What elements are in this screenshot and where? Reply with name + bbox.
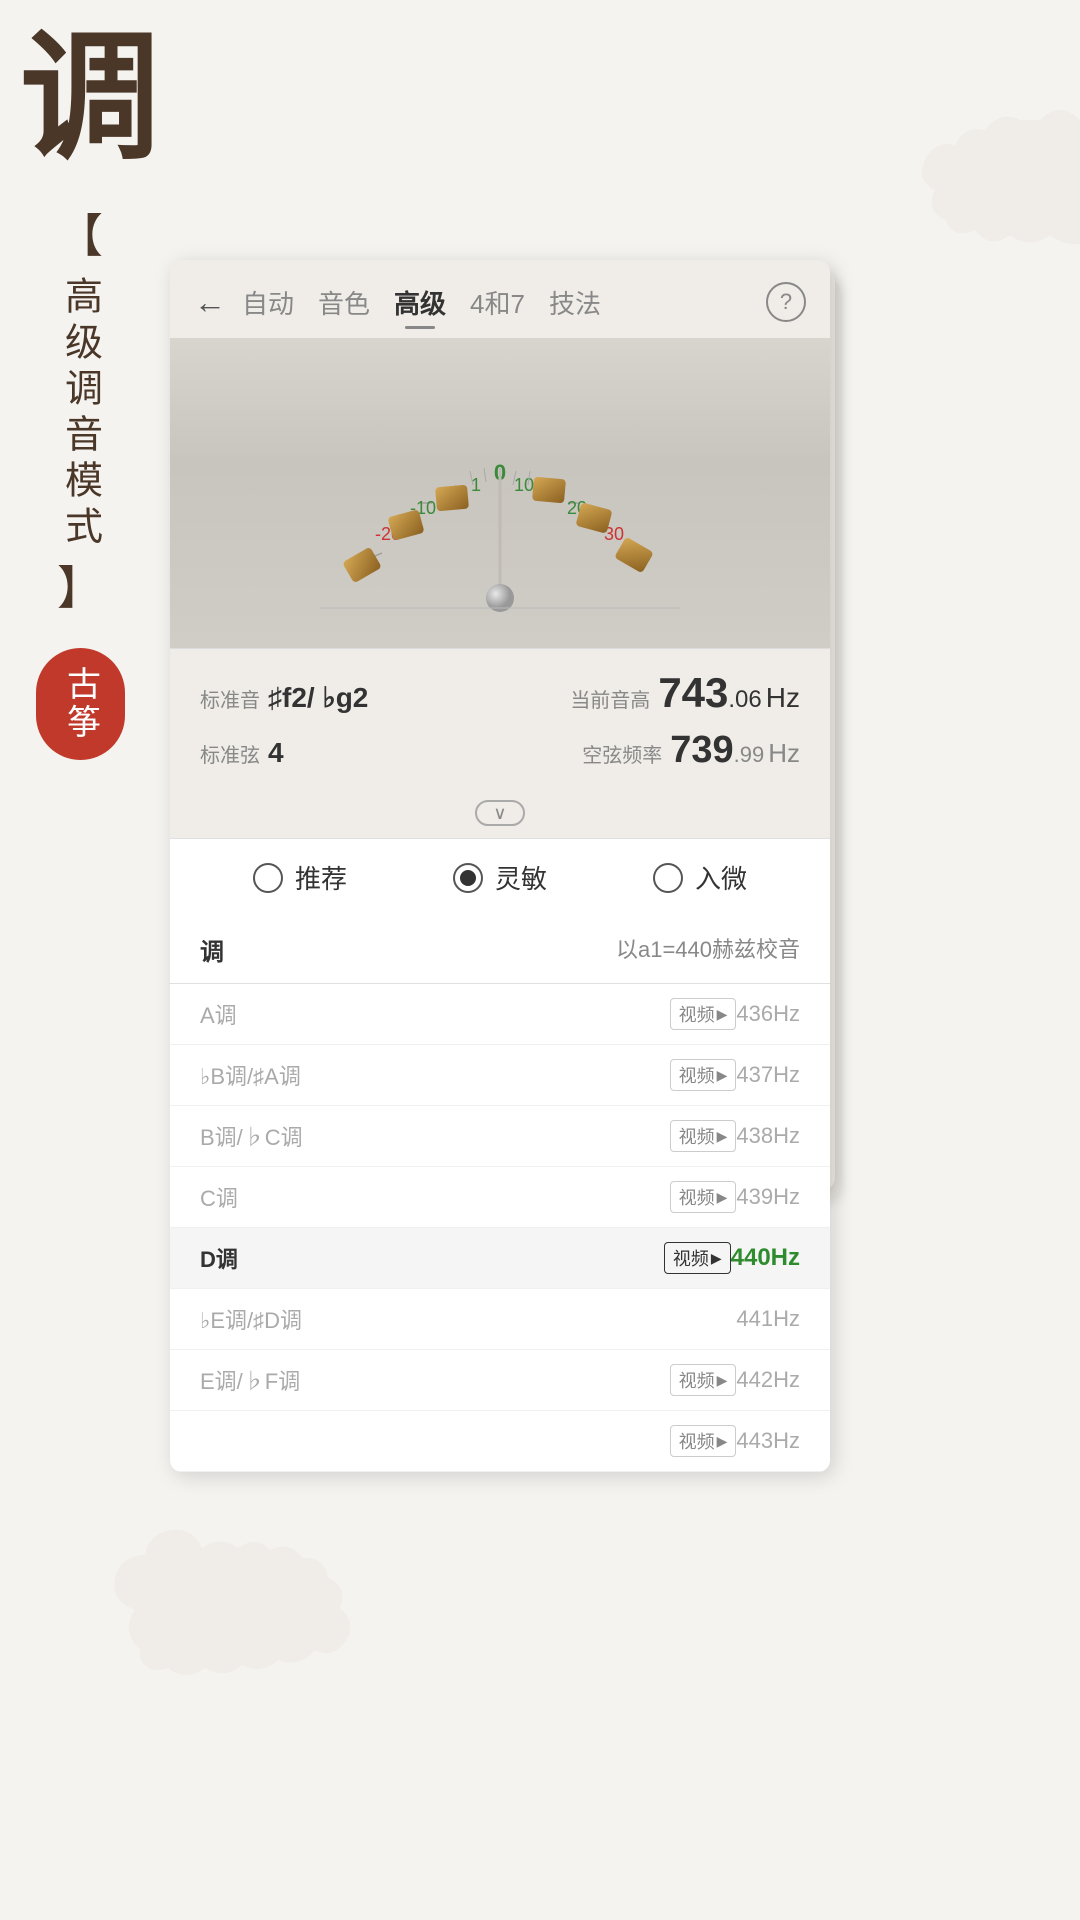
video-icon-c: ▶ [717, 1189, 728, 1206]
key-row-eb[interactable]: ♭E调/♯D调 441Hz [170, 1289, 830, 1350]
chevron-down-icon: ∨ [475, 800, 525, 826]
video-icon-last: ▶ [717, 1433, 728, 1450]
vertical-title-block: 【 高级调音模式 】 [53, 200, 108, 618]
current-frequency: 743 .06 Hz [658, 669, 800, 717]
nav-tabs: 自动 音色 高级 4和7 技法 [242, 284, 766, 321]
video-icon-e: ▶ [717, 1372, 728, 1389]
sensitivity-bar: 推荐 灵敏 入微 [170, 838, 830, 916]
current-pitch-label: 当前音高 [570, 684, 650, 713]
main-card: ← 自动 音色 高级 4和7 技法 ? [170, 260, 830, 1472]
open-string-frequency: 739 .99 Hz [670, 729, 800, 772]
help-icon: ? [780, 289, 792, 315]
key-header-freq-ref: 以a1=440赫兹校音 [616, 932, 800, 967]
main-character: 调 [20, 30, 160, 170]
key-name-d: D调 [200, 1242, 656, 1274]
string-number: 4 [268, 737, 284, 769]
back-button[interactable]: ← [194, 284, 226, 321]
open-string-label: 空弦频率 [582, 739, 662, 768]
key-name-e: E调/♭F调 [200, 1364, 662, 1396]
video-button-d[interactable]: 视频▶ [664, 1242, 731, 1274]
freq-big: 743 [658, 669, 728, 717]
flat-symbol: ♭ [322, 682, 335, 713]
key-row-b[interactable]: B调/♭C调 视频▶ 438Hz [170, 1106, 830, 1167]
key-row-c[interactable]: C调 视频▶ 439Hz [170, 1167, 830, 1228]
open-freq-unit: Hz [768, 738, 800, 769]
key-row-a[interactable]: A调 视频▶ 436Hz [170, 984, 830, 1045]
key-name-a: A调 [200, 998, 662, 1030]
video-button-last[interactable]: 视频▶ [670, 1425, 737, 1457]
key-freq-e: 442Hz [736, 1367, 800, 1393]
video-button-a[interactable]: 视频▶ [670, 998, 737, 1030]
sensitivity-sensitive[interactable]: 灵敏 [453, 859, 547, 896]
freq-decimal: .06 [728, 686, 761, 714]
string-info-row: 标准弦 4 空弦频率 739 .99 Hz [200, 729, 800, 772]
key-name-eb: ♭E调/♯D调 [200, 1303, 736, 1335]
bracket-close: 】 [57, 552, 103, 618]
open-freq-decimal: .99 [734, 742, 765, 768]
key-list: A调 视频▶ 436Hz ♭B调/♯A调 视频▶ 437Hz B调/♭C调 视频… [170, 984, 830, 1472]
key-freq-last: 443Hz [736, 1428, 800, 1454]
instrument-name: 古筝 [56, 666, 105, 742]
key-row-d[interactable]: D调 视频▶ 440Hz [170, 1228, 830, 1289]
radio-recommended-outer [253, 863, 283, 893]
key-name-bb: ♭B调/♯A调 [200, 1059, 662, 1091]
radio-sensitive-outer [453, 863, 483, 893]
key-freq-b: 438Hz [736, 1123, 800, 1149]
video-icon-d: ▶ [711, 1250, 722, 1267]
key-name-b: B调/♭C调 [200, 1120, 662, 1152]
video-button-b[interactable]: 视频▶ [670, 1120, 737, 1152]
key-row-bb[interactable]: ♭B调/♯A调 视频▶ 437Hz [170, 1045, 830, 1106]
bracket-open: 【 [57, 200, 103, 266]
video-button-bb[interactable]: 视频▶ [670, 1059, 737, 1091]
open-freq-big: 739 [670, 729, 733, 772]
key-row-last[interactable]: 视频▶ 443Hz [170, 1411, 830, 1472]
sensitivity-recommended-label: 推荐 [295, 859, 347, 896]
tab-advanced[interactable]: 高级 [394, 284, 446, 321]
card-stack: ← 自动 音色 高级 4和7 技法 ? [170, 260, 870, 1472]
key-list-header: 调 以a1=440赫兹校音 [170, 916, 830, 984]
sensitivity-recommended[interactable]: 推荐 [253, 859, 347, 896]
meter-container: -30 -20 -10 1 0 10 20 30 - [170, 358, 830, 618]
tab-4and7[interactable]: 4和7 [470, 284, 525, 321]
sensitivity-fine-label: 入微 [695, 859, 747, 896]
video-icon-bb: ▶ [717, 1067, 728, 1084]
svg-text:10: 10 [514, 475, 534, 495]
video-button-c[interactable]: 视频▶ [670, 1181, 737, 1213]
sensitivity-fine[interactable]: 入微 [653, 859, 747, 896]
key-freq-a: 436Hz [736, 1001, 800, 1027]
tab-timbre[interactable]: 音色 [318, 284, 370, 321]
vertical-title-text: 高级调音模式 [53, 276, 108, 552]
key-name-c: C调 [200, 1181, 662, 1213]
sensitivity-sensitive-label: 灵敏 [495, 859, 547, 896]
main-content-area: ← 自动 音色 高级 4和7 技法 ? [170, 260, 870, 1472]
key-header-title: 调 [200, 932, 224, 967]
tab-technique[interactable]: 技法 [549, 284, 601, 321]
nav-bar: ← 自动 音色 高级 4和7 技法 ? [170, 260, 830, 338]
instrument-badge: 古筝 [36, 648, 125, 760]
meter-arc-svg: -30 -20 -10 1 0 10 20 30 - [260, 358, 740, 618]
help-button[interactable]: ? [766, 282, 806, 322]
video-icon-b: ▶ [717, 1128, 728, 1145]
sharp-symbol: ♯ [268, 682, 282, 713]
current-note-value: ♯f2/ ♭g2 [268, 681, 368, 714]
freq-unit: Hz [766, 682, 800, 714]
standard-note-label: 标准音 [200, 684, 260, 713]
standard-string-label: 标准弦 [200, 739, 260, 768]
tab-auto[interactable]: 自动 [242, 284, 294, 321]
key-freq-c: 439Hz [736, 1184, 800, 1210]
video-button-e[interactable]: 视频▶ [670, 1364, 737, 1396]
video-icon-a: ▶ [717, 1006, 728, 1023]
key-freq-d: 440Hz [731, 1244, 800, 1272]
key-freq-bb: 437Hz [736, 1062, 800, 1088]
current-pitch-row: 标准音 ♯f2/ ♭g2 当前音高 743 .06 Hz [200, 669, 800, 717]
key-row-e[interactable]: E调/♭F调 视频▶ 442Hz [170, 1350, 830, 1411]
key-freq-eb: 441Hz [736, 1306, 800, 1332]
left-panel: 调 【 高级调音模式 】 古筝 [0, 0, 160, 1920]
expand-button[interactable]: ∨ [170, 788, 830, 838]
radio-fine-outer [653, 863, 683, 893]
radio-sensitive-inner [460, 870, 476, 886]
info-section: 标准音 ♯f2/ ♭g2 当前音高 743 .06 Hz 标准弦 4 空弦频率 [170, 648, 830, 788]
tuner-meter-area: -30 -20 -10 1 0 10 20 30 - [170, 338, 830, 648]
